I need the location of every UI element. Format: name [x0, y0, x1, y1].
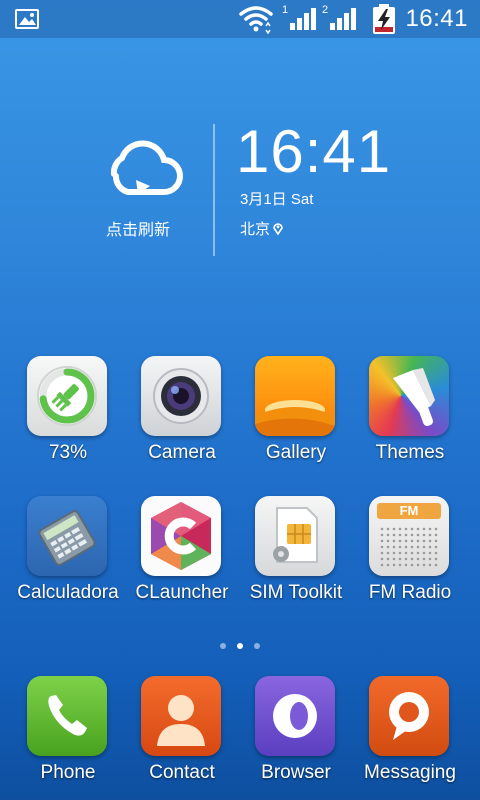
status-bar[interactable]: 1 2 16:41 [0, 0, 480, 38]
app-label: Messaging [364, 762, 456, 783]
cloud-refresh-icon[interactable] [106, 140, 184, 205]
fm-badge: FM [399, 503, 419, 518]
home-screen: 1 2 16:41 点击刷新 16:41 3月1日 Sat 北京 73% Cam… [0, 0, 480, 800]
claucher-icon [141, 496, 221, 576]
app-themes[interactable]: Themes [353, 356, 467, 476]
wifi-icon [238, 0, 274, 38]
dock-messaging[interactable]: Messaging [353, 676, 467, 796]
app-claucher[interactable]: CLauncher [125, 496, 239, 616]
app-gallery[interactable]: Gallery [239, 356, 353, 476]
widget-divider [213, 124, 215, 256]
signal-sim2-icon: 2 [322, 0, 357, 38]
app-fm-radio[interactable]: FM FM Radio [353, 496, 467, 616]
phone-icon [27, 676, 107, 756]
app-label: FM Radio [368, 582, 452, 603]
weather-refresh-text[interactable]: 点击刷新 [106, 216, 170, 240]
signal-sim1-icon: 1 [282, 0, 317, 38]
app-camera[interactable]: Camera [125, 356, 239, 476]
sim-toolkit-icon [255, 496, 335, 576]
clock-date: 3月1日 Sat [240, 191, 314, 208]
page-dot[interactable] [220, 643, 226, 649]
page-indicator[interactable] [0, 643, 480, 649]
status-time: 16:41 [405, 5, 468, 32]
themes-icon [369, 356, 449, 436]
sim2-label: 2 [322, 4, 329, 16]
fm-radio-icon: FM [369, 496, 449, 576]
dock-contact[interactable]: Contact [125, 676, 239, 796]
clock-time[interactable]: 16:41 [236, 120, 391, 184]
messaging-icon [369, 676, 449, 756]
cleaner-icon [27, 356, 107, 436]
app-sim-toolkit[interactable]: SIM Toolkit [239, 496, 353, 616]
page-dot[interactable] [254, 643, 260, 649]
dock: Phone Contact Browser Messaging [0, 676, 480, 800]
gallery-notification-icon [14, 0, 40, 38]
contact-icon [141, 676, 221, 756]
city-name: 北京 [240, 221, 271, 238]
weather-clock-widget[interactable]: 点击刷新 16:41 3月1日 Sat 北京 [0, 120, 480, 260]
app-label: Themes [375, 442, 445, 463]
camera-icon [141, 356, 221, 436]
battery-charging-icon [370, 0, 398, 38]
city-location: 北京 [240, 218, 283, 239]
page-dot[interactable] [237, 643, 243, 649]
app-calculator[interactable]: Calculadora [11, 496, 125, 616]
app-cleaner[interactable]: 73% [11, 356, 125, 476]
dock-phone[interactable]: Phone [11, 676, 125, 796]
gallery-icon [255, 356, 335, 436]
location-pin-icon [273, 223, 283, 235]
calculator-icon [27, 496, 107, 576]
dock-browser[interactable]: Browser [239, 676, 353, 796]
browser-icon [255, 676, 335, 756]
sim1-label: 1 [282, 4, 289, 16]
